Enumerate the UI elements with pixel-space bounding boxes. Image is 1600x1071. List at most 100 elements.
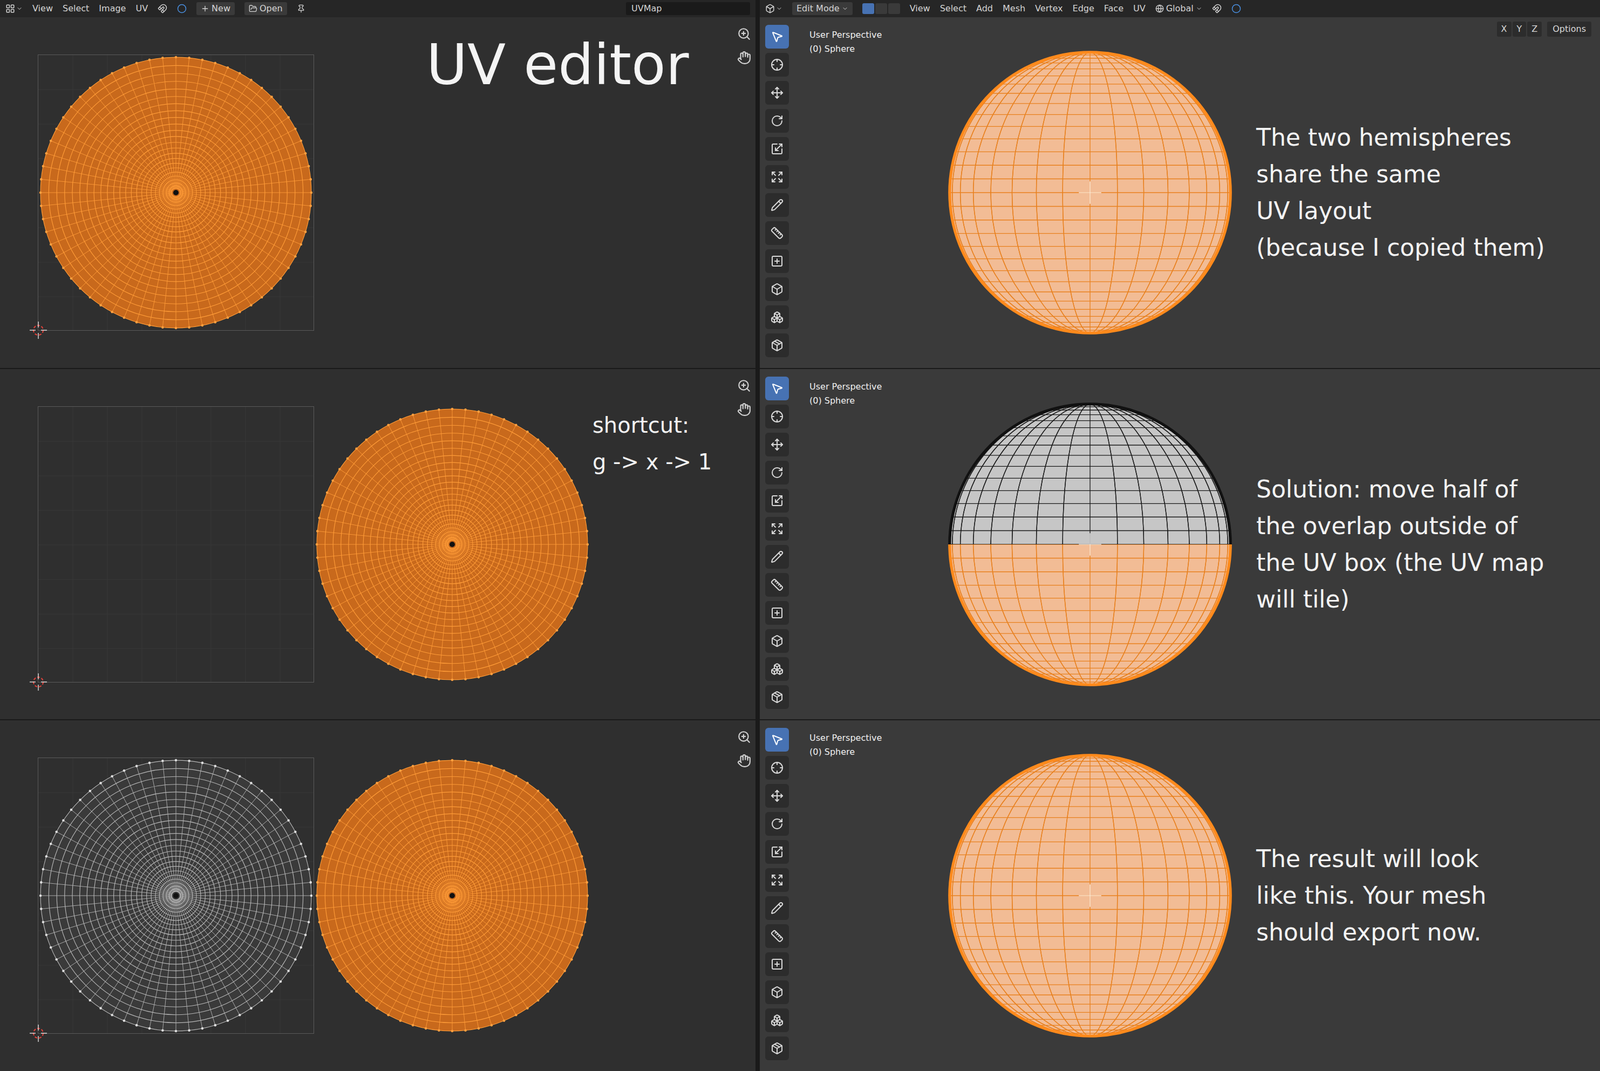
tool-button[interactable] — [765, 52, 789, 77]
options-dropdown[interactable]: Options — [1547, 21, 1592, 37]
mode-dropdown[interactable]: Edit Mode — [792, 2, 853, 16]
uv-island-selected[interactable] — [314, 406, 591, 683]
axis-toggle[interactable]: Y — [1512, 21, 1527, 37]
tool-icon — [770, 761, 784, 775]
chevron-down-icon — [16, 5, 23, 12]
editor-type-icon[interactable] — [765, 3, 775, 14]
tool-button[interactable] — [765, 460, 789, 485]
editor-type-icon[interactable] — [5, 3, 16, 14]
uv-island-selected[interactable] — [314, 757, 591, 1034]
hand-pan-icon[interactable] — [737, 402, 752, 417]
tool-button[interactable] — [765, 24, 789, 49]
tool-button[interactable] — [765, 516, 789, 541]
tool-button[interactable] — [765, 249, 789, 274]
tool-button[interactable] — [765, 657, 789, 682]
annotation-note: The two hemispheresshare the sameUV layo… — [1256, 119, 1545, 267]
tool-button[interactable] — [765, 165, 789, 189]
tool-button[interactable] — [765, 924, 789, 949]
zoom-icon[interactable] — [737, 730, 752, 745]
3d-viewport-panel[interactable]: User Perspective(0) SphereXYZOptionsThe … — [759, 17, 1600, 369]
3d-viewport-panel[interactable]: User Perspective(0) SphereSolution: move… — [759, 369, 1600, 720]
zoom-icon[interactable] — [737, 378, 752, 393]
uv-editor-title: UV editor — [426, 36, 689, 93]
menu-item[interactable]: Face — [1104, 2, 1124, 16]
snap-icon[interactable] — [1212, 3, 1222, 14]
tool-button[interactable] — [765, 756, 789, 780]
uv-island[interactable] — [37, 757, 315, 1034]
tool-button[interactable] — [765, 573, 789, 597]
tool-button[interactable] — [765, 727, 789, 752]
tool-button[interactable] — [765, 109, 789, 133]
tool-button[interactable] — [765, 952, 789, 977]
2d-cursor-icon[interactable] — [29, 672, 48, 692]
3d-viewport-panel[interactable]: User Perspective(0) SphereThe result wil… — [759, 720, 1600, 1071]
2d-cursor-icon[interactable] — [29, 321, 48, 340]
orientation-dropdown[interactable]: Global — [1155, 2, 1203, 16]
menu-item[interactable]: Add — [976, 2, 993, 16]
tool-button[interactable] — [765, 137, 789, 161]
tool-button[interactable] — [765, 221, 789, 245]
tool-button[interactable] — [765, 1036, 789, 1061]
tool-button[interactable] — [765, 277, 789, 302]
menu-item[interactable]: Image — [98, 2, 126, 16]
sphere-mesh[interactable] — [945, 48, 1235, 338]
axis-toggle[interactable]: Z — [1527, 21, 1542, 37]
menu-item[interactable]: View — [909, 2, 931, 16]
menu-item[interactable]: View — [32, 2, 53, 16]
axis-toggle[interactable]: X — [1496, 21, 1512, 37]
zoom-icon[interactable] — [737, 26, 752, 42]
tool-button[interactable] — [765, 980, 789, 1005]
sphere-mesh[interactable] — [945, 399, 1235, 690]
snap-icon[interactable] — [157, 3, 168, 14]
new-image-button[interactable]: New — [196, 2, 235, 16]
tool-button[interactable] — [765, 404, 789, 429]
uv-map-field[interactable]: UVMap — [625, 2, 751, 16]
menu-item[interactable]: Select — [940, 2, 967, 16]
tool-button[interactable] — [765, 812, 789, 836]
uv-editor-panel[interactable]: UV editor — [0, 17, 756, 369]
proportional-icon[interactable] — [176, 3, 187, 14]
open-image-button[interactable]: Open — [244, 2, 288, 16]
menu-item[interactable]: UV — [1133, 2, 1146, 16]
uv-editor-panel[interactable]: shortcut:g -> x -> 1 — [0, 369, 756, 720]
tool-button[interactable] — [765, 601, 789, 625]
view-labels: User Perspective(0) Sphere — [809, 731, 882, 760]
uv-editor-panel[interactable] — [0, 720, 756, 1071]
tool-button[interactable] — [765, 80, 789, 105]
tool-button[interactable] — [765, 840, 789, 864]
vertex-mode-button[interactable] — [862, 3, 875, 15]
viewport-canvas[interactable]: User Perspective(0) SphereThe result wil… — [794, 720, 1600, 1071]
tool-button[interactable] — [765, 545, 789, 569]
tool-button[interactable] — [765, 629, 789, 653]
2d-cursor-icon[interactable] — [29, 1024, 48, 1043]
uv-island-selected[interactable] — [37, 54, 315, 331]
viewport-canvas[interactable]: User Perspective(0) SphereXYZOptionsThe … — [794, 17, 1600, 369]
hand-pan-icon[interactable] — [737, 50, 752, 65]
viewport-canvas[interactable]: User Perspective(0) SphereSolution: move… — [794, 369, 1600, 720]
tool-icon — [770, 382, 784, 396]
edge-mode-button[interactable] — [875, 3, 888, 15]
tool-button[interactable] — [765, 432, 789, 457]
toolbar — [759, 17, 795, 369]
tool-button[interactable] — [765, 784, 789, 808]
proportional-icon[interactable] — [1231, 3, 1242, 14]
tool-button[interactable] — [765, 1008, 789, 1033]
menu-item[interactable]: Mesh — [1002, 2, 1026, 16]
tool-button[interactable] — [765, 896, 789, 921]
face-mode-button[interactable] — [888, 3, 901, 15]
tool-button[interactable] — [765, 193, 789, 217]
tool-icon — [770, 550, 784, 564]
pin-icon[interactable] — [296, 4, 306, 13]
tool-button[interactable] — [765, 305, 789, 330]
tool-button[interactable] — [765, 333, 789, 358]
menu-item[interactable]: Edge — [1072, 2, 1095, 16]
menu-item[interactable]: Vertex — [1035, 2, 1063, 16]
menu-item[interactable]: Select — [62, 2, 90, 16]
menu-item[interactable]: UV — [135, 2, 148, 16]
tool-button[interactable] — [765, 488, 789, 513]
tool-button[interactable] — [765, 868, 789, 893]
hand-pan-icon[interactable] — [737, 753, 752, 768]
tool-button[interactable] — [765, 376, 789, 401]
sphere-mesh[interactable] — [945, 751, 1235, 1041]
tool-button[interactable] — [765, 685, 789, 710]
